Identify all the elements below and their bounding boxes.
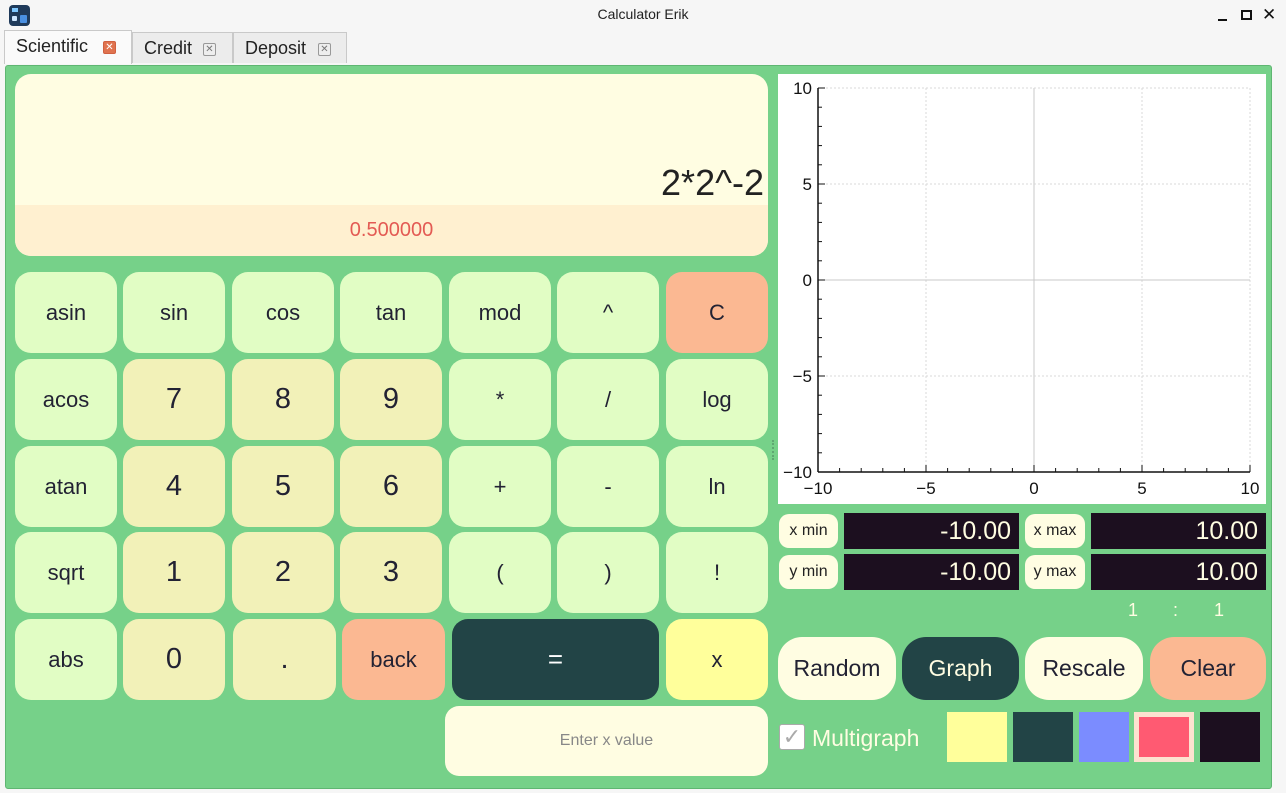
- digit-8-button[interactable]: 8: [232, 359, 334, 440]
- y-tick-label: 10: [793, 79, 812, 98]
- digit-0-button[interactable]: 0: [123, 619, 225, 700]
- tab-credit[interactable]: Credit ✕: [132, 32, 233, 63]
- ratio-separator: :: [1173, 600, 1179, 620]
- color-swatch-red-selected[interactable]: [1134, 712, 1194, 762]
- x-value-input[interactable]: [445, 706, 768, 776]
- color-swatch-yellow[interactable]: [947, 712, 1007, 762]
- factorial-button[interactable]: !: [666, 532, 768, 613]
- x-min-label: x min: [779, 514, 838, 548]
- power-button[interactable]: ^: [557, 272, 659, 353]
- color-swatch-black[interactable]: [1200, 712, 1260, 762]
- x-max-label: x max: [1025, 514, 1085, 548]
- digit-7-button[interactable]: 7: [123, 359, 225, 440]
- mod-button[interactable]: mod: [449, 272, 551, 353]
- digit-2-button[interactable]: 2: [232, 532, 334, 613]
- title-bar: Calculator Erik ✕: [0, 0, 1286, 30]
- digit-5-button[interactable]: 5: [232, 446, 334, 527]
- x-min-field[interactable]: -10.00: [844, 513, 1019, 549]
- abs-button[interactable]: abs: [15, 619, 117, 700]
- tab-close-icon[interactable]: ✕: [318, 43, 331, 56]
- result-text: 0.500000: [349, 219, 434, 241]
- tab-label: Scientific: [16, 36, 89, 56]
- swatch-fill: [1139, 717, 1189, 757]
- digit-9-button[interactable]: 9: [340, 359, 442, 440]
- x-tick-label: 10: [1241, 479, 1260, 498]
- tab-bar: Scientific ✕ Credit ✕ Deposit ✕: [0, 30, 1286, 64]
- y-tick-label: 5: [803, 175, 812, 194]
- log-button[interactable]: log: [666, 359, 768, 440]
- cos-button[interactable]: cos: [232, 272, 334, 353]
- sqrt-button[interactable]: sqrt: [15, 532, 117, 613]
- maximize-button[interactable]: [1240, 8, 1254, 22]
- clear-graph-button[interactable]: Clear: [1150, 637, 1266, 700]
- y-tick-labels: 10 5 0 −5 −10: [783, 79, 812, 482]
- multigraph-checkbox[interactable]: ✓: [779, 724, 805, 750]
- plus-button[interactable]: +: [449, 446, 551, 527]
- x-tick-label: −5: [916, 479, 935, 498]
- window-title: Calculator Erik: [597, 6, 689, 22]
- digit-6-button[interactable]: 6: [340, 446, 442, 527]
- tab-label: Deposit: [245, 38, 307, 58]
- sin-button[interactable]: sin: [123, 272, 225, 353]
- tab-close-icon[interactable]: ✕: [103, 41, 116, 54]
- color-swatch-blue[interactable]: [1079, 712, 1129, 762]
- tab-close-icon[interactable]: ✕: [203, 43, 216, 56]
- tan-button[interactable]: tan: [340, 272, 442, 353]
- tab-label: Credit: [144, 38, 193, 58]
- ratio-left: 1: [1128, 600, 1139, 620]
- digit-3-button[interactable]: 3: [340, 532, 442, 613]
- x-tick-labels: −10 −5 0 5 10: [804, 479, 1260, 498]
- backspace-button[interactable]: back: [342, 619, 445, 700]
- graph-plot[interactable]: −10 −5 0 5 10 10 5 0 −5 −10: [778, 74, 1266, 504]
- digit-1-button[interactable]: 1: [123, 532, 225, 613]
- right-paren-button[interactable]: ): [557, 532, 659, 613]
- decimal-point-button[interactable]: .: [233, 619, 336, 700]
- check-icon: ✓: [782, 724, 802, 749]
- multiply-button[interactable]: *: [449, 359, 551, 440]
- close-icon: ✕: [1262, 5, 1277, 24]
- y-min-field[interactable]: -10.00: [844, 554, 1019, 590]
- ln-button[interactable]: ln: [666, 446, 768, 527]
- minus-button[interactable]: -: [557, 446, 659, 527]
- y-tick-label: 0: [803, 271, 812, 290]
- x-tick-label: 0: [1029, 479, 1038, 498]
- x-max-field[interactable]: 10.00: [1091, 513, 1266, 549]
- maximize-icon: [1241, 10, 1252, 20]
- ratio-right: 1: [1214, 600, 1225, 620]
- grid-lines: [817, 87, 1251, 473]
- y-tick-label: −5: [793, 367, 812, 386]
- acos-button[interactable]: acos: [15, 359, 117, 440]
- atan-button[interactable]: atan: [15, 446, 117, 527]
- clear-entry-button[interactable]: C: [666, 272, 768, 353]
- x-variable-button[interactable]: x: [666, 619, 768, 700]
- result-band: 0.500000: [15, 205, 768, 256]
- y-tick-label: −10: [783, 463, 812, 482]
- multigraph-label: Multigraph: [812, 725, 920, 751]
- rescale-button[interactable]: Rescale: [1025, 637, 1143, 700]
- divide-button[interactable]: /: [557, 359, 659, 440]
- calculator-display: 2*2^-2 0.500000: [15, 74, 768, 256]
- asin-button[interactable]: asin: [15, 272, 117, 353]
- equals-button[interactable]: =: [452, 619, 659, 700]
- color-swatch-dark-teal[interactable]: [1013, 712, 1073, 762]
- minimize-icon: [1218, 19, 1227, 21]
- y-min-label: y min: [779, 555, 838, 589]
- random-button[interactable]: Random: [778, 637, 896, 700]
- tab-deposit[interactable]: Deposit ✕: [233, 32, 347, 63]
- graph-button[interactable]: Graph: [902, 637, 1019, 700]
- expression-text: 2*2^-2: [661, 162, 764, 203]
- digit-4-button[interactable]: 4: [123, 446, 225, 527]
- close-window-button[interactable]: ✕: [1262, 5, 1277, 24]
- left-paren-button[interactable]: (: [449, 532, 551, 613]
- y-max-label: y max: [1025, 555, 1085, 589]
- minimize-button[interactable]: [1216, 8, 1230, 22]
- x-tick-label: 5: [1137, 479, 1146, 498]
- y-max-field[interactable]: 10.00: [1091, 554, 1266, 590]
- tab-scientific[interactable]: Scientific ✕: [4, 30, 132, 64]
- splitter-handle[interactable]: [772, 440, 774, 460]
